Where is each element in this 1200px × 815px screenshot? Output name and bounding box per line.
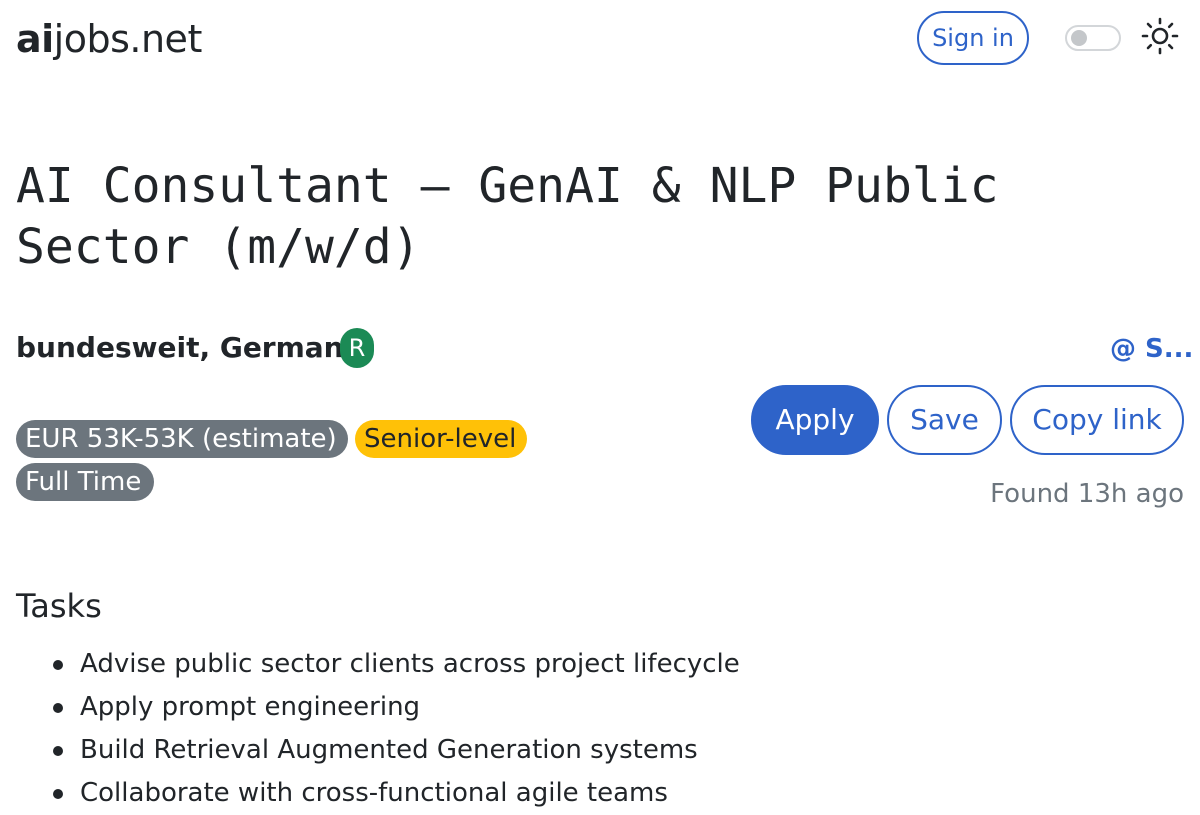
save-button[interactable]: Save xyxy=(887,385,1002,455)
level-badge: Senior-level xyxy=(355,420,527,458)
logo-rest: jobs.net xyxy=(53,17,203,61)
copy-link-button[interactable]: Copy link xyxy=(1010,385,1184,455)
task-text: Advise public sector clients across proj… xyxy=(80,649,740,679)
theme-toggle[interactable] xyxy=(1065,25,1121,51)
job-title: AI Consultant – GenAI & NLP Public Secto… xyxy=(16,158,999,275)
sign-in-button[interactable]: Sign in xyxy=(917,11,1029,65)
bullet-icon xyxy=(53,660,63,670)
task-text: Apply prompt engineering xyxy=(80,692,421,722)
sun-icon[interactable] xyxy=(1141,17,1179,55)
site-header: aijobs.net Sign in xyxy=(0,0,1200,80)
tasks-list: Advise public sector clients across proj… xyxy=(0,643,740,815)
list-item: Advise public sector clients across proj… xyxy=(0,643,740,686)
bullet-icon xyxy=(53,703,63,713)
site-logo[interactable]: aijobs.net xyxy=(16,14,202,64)
task-text: Collaborate with cross-functional agile … xyxy=(80,778,668,808)
list-item: Collaborate with cross-functional agile … xyxy=(0,772,740,815)
toggle-knob xyxy=(1071,30,1087,46)
tasks-heading: Tasks xyxy=(16,587,102,625)
bullet-icon xyxy=(53,746,63,756)
apply-button[interactable]: Apply xyxy=(751,385,879,455)
job-type-badge: Full Time xyxy=(16,463,154,501)
bullet-icon xyxy=(53,789,63,799)
logo-bold: ai xyxy=(16,17,54,61)
salary-badge: EUR 53K-53K (estimate) xyxy=(16,420,348,458)
list-item: Apply prompt engineering xyxy=(0,686,740,729)
list-item: Build Retrieval Augmented Generation sys… xyxy=(0,729,740,772)
remote-badge: R xyxy=(340,328,374,368)
task-text: Build Retrieval Augmented Generation sys… xyxy=(80,735,698,765)
found-timestamp: Found 13h ago xyxy=(990,479,1184,509)
company-link[interactable]: @ S... xyxy=(1110,330,1193,368)
job-location: bundesweit, Germany xyxy=(16,331,362,364)
